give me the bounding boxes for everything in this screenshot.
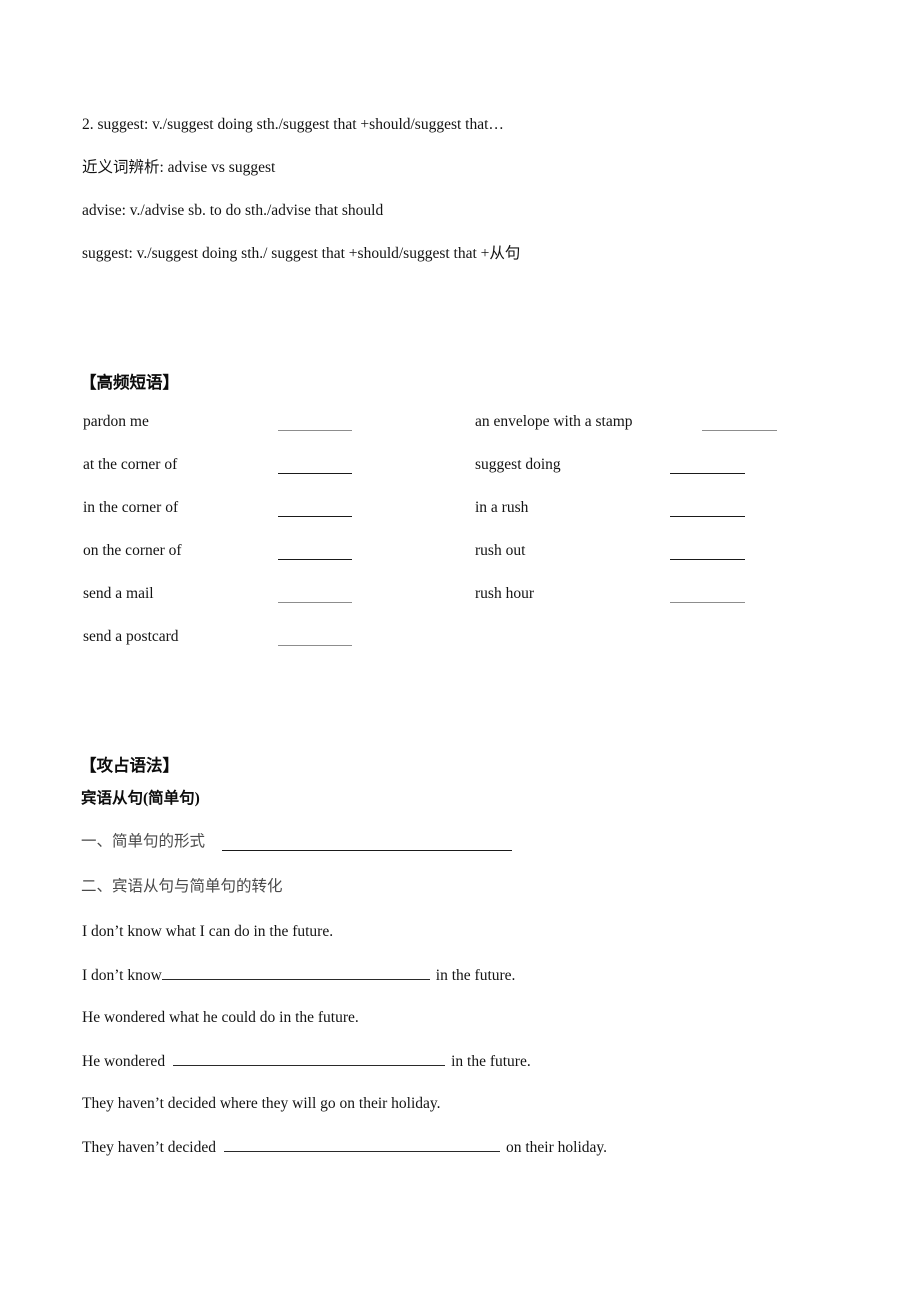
vocab-synonym-compare-title: 近义词辨析: advise vs suggest (82, 159, 276, 176)
phrase-item-label: pardon me (83, 413, 149, 430)
phrase-answer-blank[interactable] (278, 559, 352, 560)
section-heading-grammar: 【攻占语法】 (80, 756, 179, 775)
phrase-answer-blank[interactable] (670, 516, 745, 517)
phrase-item-label: in the corner of (83, 499, 179, 516)
phrase-answer-blank[interactable] (278, 430, 352, 431)
phrase-item-label: at the corner of (83, 456, 178, 473)
grammar-item-one-blank[interactable] (222, 850, 512, 851)
vocab-suggest-usage: suggest: v./suggest doing sth./ suggest … (82, 245, 521, 262)
grammar-model-sentence: I don’t know what I can do in the future… (82, 923, 334, 940)
phrase-answer-blank[interactable] (278, 516, 352, 517)
grammar-transform-suffix: in the future. (451, 1053, 531, 1070)
phrase-answer-blank[interactable] (670, 559, 745, 560)
grammar-transform-suffix: in the future. (435, 967, 516, 984)
grammar-subheading-object-clause: 宾语从句(简单句) (81, 790, 200, 807)
grammar-transform-prefix: I don’t know (82, 967, 162, 984)
phrase-item-label: on the corner of (83, 542, 182, 559)
worksheet-page: 2. suggest: v./suggest doing sth./sugges… (0, 0, 920, 1302)
grammar-transform-row: I don’t know in the future. (82, 965, 515, 986)
vocab-advise-usage: advise: v./advise sb. to do sth./advise … (82, 202, 384, 219)
phrase-item-label: an envelope with a stamp (475, 413, 633, 430)
grammar-transform-suffix: on their holiday. (506, 1139, 608, 1156)
phrase-answer-blank[interactable] (702, 430, 777, 431)
grammar-transform-prefix: He wondered (82, 1053, 166, 1070)
grammar-transform-blank[interactable] (173, 1051, 446, 1066)
grammar-transform-row: They haven’t decided on their holiday. (82, 1137, 607, 1158)
phrase-answer-blank[interactable] (670, 473, 745, 474)
grammar-model-sentence: He wondered what he could do in the futu… (82, 1009, 359, 1026)
grammar-transform-row: He wondered in the future. (82, 1051, 531, 1072)
grammar-transform-blank[interactable] (161, 965, 430, 980)
grammar-model-sentence: They haven’t decided where they will go … (82, 1095, 441, 1112)
phrase-item-label: send a postcard (83, 628, 179, 645)
phrase-answer-blank[interactable] (278, 645, 352, 646)
phrase-answer-blank[interactable] (278, 473, 352, 474)
phrase-item-label: in a rush (475, 499, 529, 516)
phrase-answer-blank[interactable] (670, 602, 745, 603)
grammar-transform-blank[interactable] (224, 1137, 500, 1152)
phrase-item-label: rush out (475, 542, 526, 559)
grammar-transform-prefix: They haven’t decided (82, 1139, 216, 1156)
phrase-item-label: send a mail (83, 585, 154, 602)
phrase-answer-blank[interactable] (278, 602, 352, 603)
grammar-item-two-label: 二、宾语从句与简单句的转化 (81, 878, 283, 895)
grammar-item-one-label: 一、简单句的形式 (81, 833, 206, 850)
phrase-item-label: suggest doing (475, 456, 561, 473)
vocab-entry-suggest: 2. suggest: v./suggest doing sth./sugges… (82, 116, 504, 133)
phrase-item-label: rush hour (475, 585, 534, 602)
section-heading-high-frequency-phrases: 【高频短语】 (80, 373, 179, 392)
